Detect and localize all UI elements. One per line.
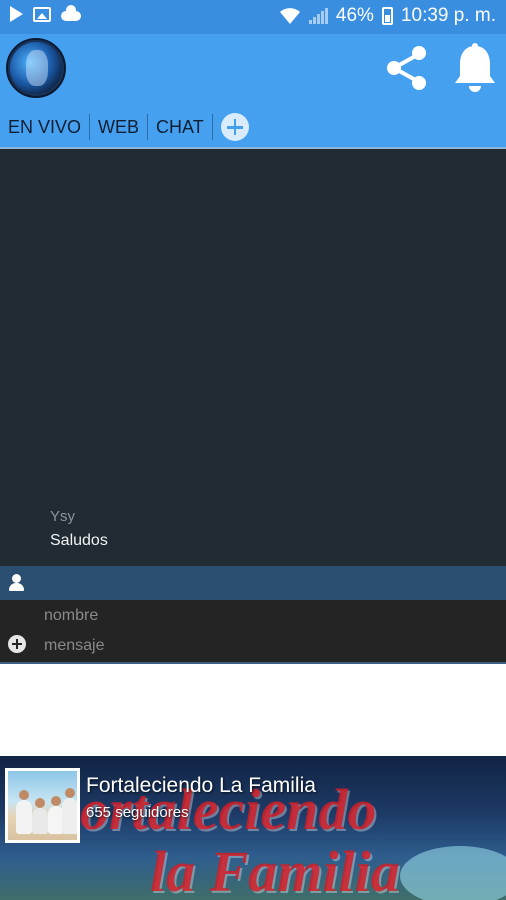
clock: 10:39 p. m. — [400, 5, 496, 26]
message-author: Ysy — [50, 508, 76, 525]
add-tab-icon[interactable] — [220, 113, 249, 141]
battery-icon — [381, 7, 393, 25]
share-icon[interactable] — [380, 42, 432, 94]
channel-logo[interactable] — [6, 38, 66, 98]
message-text: Saludos — [50, 532, 108, 549]
play-icon — [10, 6, 23, 22]
facebook-page-card[interactable]: ortaleciendo la Familia Fortaleciendo La… — [0, 756, 506, 900]
tab-web[interactable]: WEB — [90, 111, 147, 151]
status-notifications — [10, 5, 81, 22]
battery-percent: 46% — [335, 5, 374, 26]
status-system: 46% 10:39 p. m. — [279, 5, 496, 27]
cloud-icon — [61, 5, 81, 21]
app-bar: EN VIVO WEB CHAT — [0, 34, 506, 151]
message-input[interactable] — [34, 632, 504, 660]
chat-input-area — [0, 600, 506, 662]
page-avatar[interactable] — [5, 768, 80, 843]
tab-bar: EN VIVO WEB CHAT — [0, 107, 249, 151]
follower-count: 655 seguidores — [86, 804, 189, 821]
user-bar[interactable] — [0, 566, 506, 600]
chat-messages[interactable]: Ysy Saludos — [0, 149, 506, 566]
cover-text-line-2: la Familia — [150, 839, 400, 900]
tab-chat[interactable]: CHAT — [148, 111, 212, 143]
input-divider — [0, 662, 506, 664]
tab-en-vivo[interactable]: EN VIVO — [0, 111, 89, 143]
name-input[interactable] — [34, 602, 504, 630]
bell-icon[interactable] — [451, 42, 499, 94]
page-name[interactable]: Fortaleciendo La Familia — [86, 774, 316, 798]
wifi-icon — [279, 8, 300, 24]
cover-decoration — [400, 846, 506, 900]
person-icon[interactable] — [8, 574, 26, 592]
signal-icon — [308, 8, 328, 24]
tab-divider — [211, 114, 213, 140]
status-bar: 46% 10:39 p. m. — [0, 0, 506, 34]
add-attachment-icon[interactable] — [8, 635, 26, 653]
image-icon — [33, 6, 51, 22]
